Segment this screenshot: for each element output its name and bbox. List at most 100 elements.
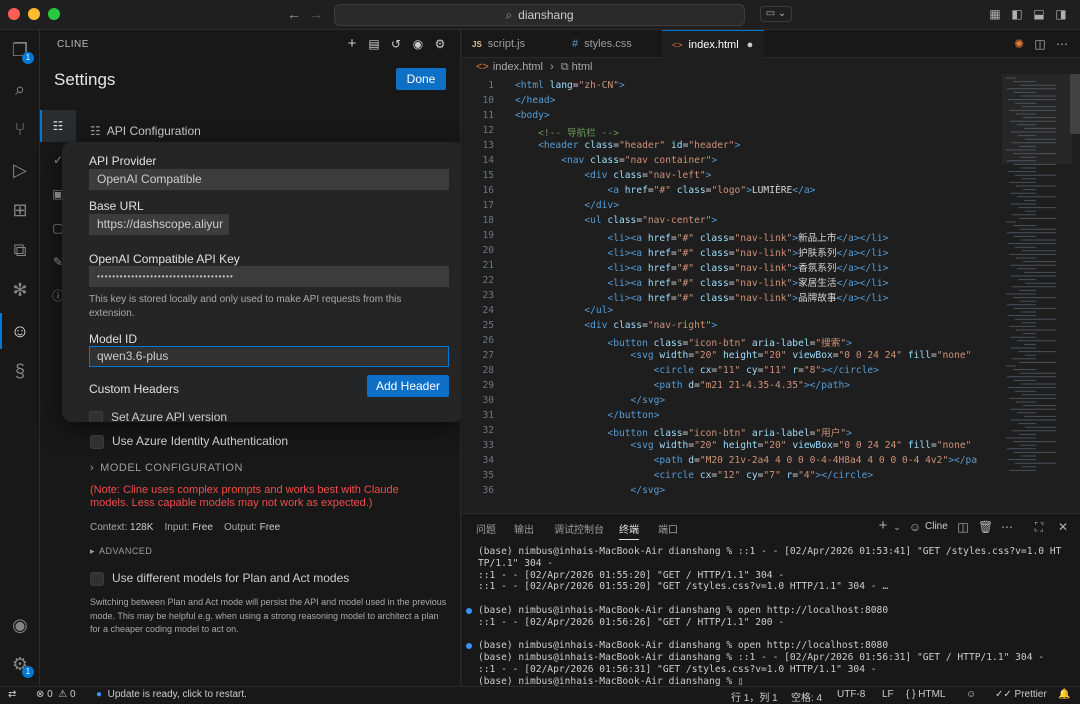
new-terminal-plus-icon[interactable]: + xyxy=(876,518,890,533)
tab-styles-css[interactable]: # styles.css xyxy=(562,30,660,58)
command-decoration-dot[interactable] xyxy=(466,608,472,614)
code-line[interactable]: <circle cx="11" cy="11" r="8"></circle> xyxy=(515,365,879,376)
toggle-panel-icon[interactable]: ⬓ xyxy=(1032,7,1046,21)
code-line[interactable]: <li><a href="#" class="nav-link">品牌故事</a… xyxy=(515,290,888,304)
code-line[interactable]: <div class="nav-right"> xyxy=(515,320,717,331)
add-header-button[interactable]: Add Header xyxy=(367,375,449,397)
command-decoration-dot[interactable] xyxy=(466,643,472,650)
chevron-down-icon[interactable]: ⌄ xyxy=(890,520,904,534)
zoom-window-button[interactable] xyxy=(48,8,60,20)
code-line[interactable]: </svg> xyxy=(515,485,666,496)
code-line[interactable]: <!-- 导航栏 --> xyxy=(515,125,619,139)
cline-robot-icon[interactable]: ☺ xyxy=(8,319,32,343)
code-line[interactable]: <path d="m21 21-4.35-4.35"></path> xyxy=(515,380,850,391)
breadcrumb-file[interactable]: index.html xyxy=(493,61,543,73)
command-center-search[interactable]: ⌕ dianshang xyxy=(334,4,745,26)
prettier-status[interactable]: ✓✓ Prettier xyxy=(995,689,1047,700)
code-line[interactable]: <li><a href="#" class="nav-link">香氛系列</a… xyxy=(515,260,888,274)
update-status[interactable]: ● Update is ready, click to restart. xyxy=(96,689,247,700)
tab-output[interactable]: 输出 xyxy=(514,521,534,536)
mcp-servers-icon[interactable]: ▤ xyxy=(367,37,381,51)
code-line[interactable]: <svg width="20" height="20" viewBox="0 0… xyxy=(515,350,972,361)
code-line[interactable]: <header class="header" id="header"> xyxy=(515,140,740,151)
run-debug-icon[interactable]: ▷ xyxy=(8,158,32,182)
unsaved-dot-icon[interactable]: ● xyxy=(747,39,754,51)
set-azure-row[interactable]: Set Azure API version xyxy=(89,410,227,422)
code-line[interactable]: <div class="nav-left"> xyxy=(515,170,711,181)
split-terminal-icon[interactable]: ◫ xyxy=(956,520,970,534)
code-line[interactable]: <li><a href="#" class="nav-link">护肤系列</a… xyxy=(515,245,888,259)
copilot-icon[interactable]: ☺ xyxy=(966,689,976,700)
api-provider-select[interactable]: OpenAI Compatible xyxy=(89,169,449,190)
api-key-input[interactable]: •••••••••••••••••••••••••••••••••••• xyxy=(89,266,449,287)
back-arrow-icon[interactable]: ← xyxy=(287,6,301,22)
toggle-secondary-sidebar-icon[interactable]: ◨ xyxy=(1054,7,1068,21)
remote-icon[interactable]: ⇄ xyxy=(8,689,16,700)
azure-identity-checkbox[interactable] xyxy=(90,434,104,449)
forward-arrow-icon[interactable]: → xyxy=(309,6,323,22)
base-url-input[interactable]: https://dashscope.aliyur xyxy=(89,214,229,235)
code-line[interactable]: <a href="#" class="logo">LUMIÈRE</a> xyxy=(515,185,815,196)
tab-terminal[interactable]: 终端 xyxy=(619,521,639,540)
toggle-primary-sidebar-icon[interactable]: ◧ xyxy=(1010,7,1024,21)
model-configuration-toggle[interactable]: › MODEL CONFIGURATION xyxy=(90,462,243,474)
close-panel-icon[interactable]: ✕ xyxy=(1056,520,1070,534)
history-icon[interactable]: ↺ xyxy=(389,37,403,51)
code-line[interactable]: <li><a href="#" class="nav-link">新品上市</a… xyxy=(515,230,888,244)
minimap[interactable] xyxy=(1002,74,1072,512)
code-line[interactable]: <ul class="nav-center"> xyxy=(515,215,717,226)
more-actions-icon[interactable]: ⋯ xyxy=(1000,520,1014,534)
code-line[interactable]: <path d="M20 21v-2a4 4 0 0 0-4-4H8a4 4 0… xyxy=(515,455,978,466)
tab-ports[interactable]: 端口 xyxy=(658,521,678,536)
cline-sparkle-icon[interactable]: ✺ xyxy=(1012,37,1026,51)
tab-index-html[interactable]: <> index.html ● xyxy=(662,30,764,58)
encoding[interactable]: UTF-8 xyxy=(837,689,865,700)
python-icon[interactable]: § xyxy=(8,359,32,383)
close-window-button[interactable] xyxy=(8,8,20,20)
plan-act-row[interactable]: Use different models for Plan and Act mo… xyxy=(90,571,349,586)
split-editor-icon[interactable]: ◫ xyxy=(1033,37,1047,51)
sparkle-icon[interactable]: ✻ xyxy=(8,278,32,302)
extensions-icon[interactable]: ⊞ xyxy=(8,198,32,222)
code-line[interactable]: <html lang="zh-CN"> xyxy=(515,80,625,91)
copilot-chat-icon[interactable]: ▭ ⌄ xyxy=(760,6,792,22)
tab-problems[interactable]: 问题 xyxy=(476,521,496,536)
terminal-name[interactable]: Cline xyxy=(925,521,948,532)
done-button[interactable]: Done xyxy=(396,68,446,90)
code-line[interactable]: <li><a href="#" class="nav-link">家居生活</a… xyxy=(515,275,888,289)
kill-terminal-trash-icon[interactable]: 🗑 xyxy=(978,520,993,534)
set-azure-checkbox[interactable] xyxy=(89,410,103,422)
code-line[interactable]: </button> xyxy=(515,410,659,421)
problems-status[interactable]: ⊗ 0 ⚠ 0 xyxy=(36,689,76,700)
notifications-bell-icon[interactable]: 🔔 xyxy=(1058,689,1070,700)
maximize-panel-icon[interactable]: ⛶ xyxy=(1032,520,1046,534)
new-task-plus-icon[interactable]: + xyxy=(345,36,359,51)
code-line[interactable]: <svg width="20" height="20" viewBox="0 0… xyxy=(515,440,972,451)
language-mode[interactable]: { } HTML xyxy=(906,689,945,700)
tab-debug-console[interactable]: 调试控制台 xyxy=(554,521,604,536)
cursor-position[interactable]: 行 1，列 1 xyxy=(731,689,778,704)
more-actions-icon[interactable]: ⋯ xyxy=(1055,37,1069,51)
indentation[interactable]: 空格: 4 xyxy=(791,689,822,704)
source-control-icon[interactable]: ⑂ xyxy=(8,117,32,141)
search-icon[interactable]: ⌕ xyxy=(8,77,32,101)
code-line[interactable]: </head> xyxy=(515,95,555,106)
code-line[interactable]: </ul> xyxy=(515,305,613,316)
advanced-toggle[interactable]: ▸ ADVANCED xyxy=(90,546,152,557)
customize-layout-icon[interactable]: ▦ xyxy=(988,7,1002,21)
code-line[interactable]: <nav class="nav container"> xyxy=(515,155,717,166)
code-editor[interactable]: 1 <html lang="zh-CN"> 10 </head> 11 <body> 12 … xyxy=(462,77,996,512)
code-line[interactable]: </div> xyxy=(515,200,619,211)
code-line[interactable]: <button class="icon-btn" aria-label="用户"… xyxy=(515,425,852,439)
plan-act-checkbox[interactable] xyxy=(90,571,104,586)
minimize-window-button[interactable] xyxy=(28,8,40,20)
code-line[interactable]: <button class="icon-btn" aria-label="搜索"… xyxy=(515,335,852,349)
code-line[interactable]: <circle cx="12" cy="7" r="4"></circle> xyxy=(515,470,874,481)
editor-scrollbar[interactable] xyxy=(1070,74,1080,134)
code-line[interactable]: </svg> xyxy=(515,395,666,406)
breadcrumb-node[interactable]: html xyxy=(572,61,593,73)
account-icon[interactable]: ◉ xyxy=(8,613,32,637)
azure-identity-row[interactable]: Use Azure Identity Authentication xyxy=(90,434,288,449)
tab-script-js[interactable]: JS script.js xyxy=(462,30,558,58)
api-config-tab-icon[interactable]: ☷ xyxy=(50,118,66,134)
